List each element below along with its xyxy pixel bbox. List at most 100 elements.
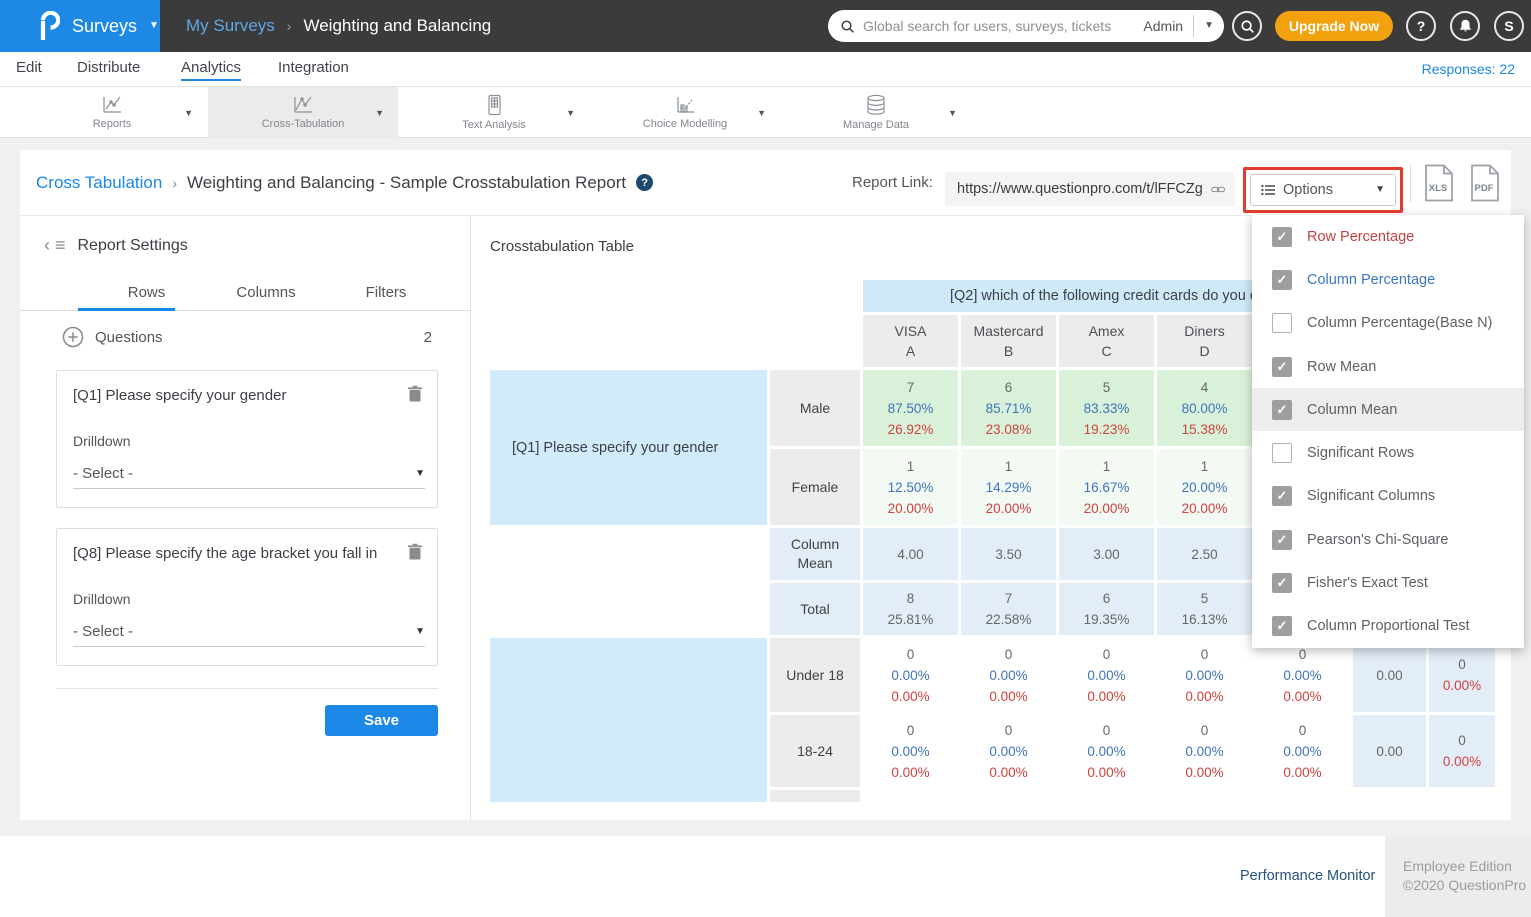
checkbox[interactable] [1272, 573, 1292, 593]
search-icon [840, 19, 855, 34]
option-fishers-exact-test[interactable]: Fisher's Exact Test [1252, 561, 1524, 604]
row-pct: 87.50% [888, 398, 934, 419]
row-mean: 0.00 [1376, 741, 1402, 762]
count: 6 [1005, 377, 1013, 398]
crosstab-cell: 00.00%0.00% [1157, 638, 1252, 712]
option-row-percentage[interactable]: Row Percentage [1252, 215, 1524, 258]
mean-value: 3.00 [1093, 544, 1119, 565]
row-question-q8 [490, 638, 767, 802]
checkbox[interactable] [1272, 530, 1292, 550]
search-submit-button[interactable] [1232, 11, 1262, 41]
tab-filters[interactable]: Filters [341, 284, 431, 301]
checkbox[interactable] [1272, 313, 1292, 333]
edition-label: Employee Edition [1403, 857, 1531, 876]
chevron-down-icon[interactable]: ▼ [948, 108, 957, 118]
option-pearsons-chi-square[interactable]: Pearson's Chi-Square [1252, 518, 1524, 561]
col-pct: 19.23% [1084, 419, 1130, 440]
divider [1193, 15, 1194, 37]
row-pct: 0.00% [891, 665, 929, 686]
report-title: Weighting and Balancing - Sample Crossta… [187, 173, 626, 193]
search-scope-caret-icon[interactable]: ▼ [1204, 21, 1214, 31]
option-significant-columns[interactable]: Significant Columns [1252, 475, 1524, 518]
collapse-panel-icon[interactable]: ‹ ≡ [44, 235, 66, 256]
count: 6 [1103, 588, 1111, 609]
chevron-down-icon[interactable]: ▼ [375, 108, 384, 118]
col-pct: 0.00% [989, 686, 1027, 707]
row-pct: 0.00% [1283, 741, 1321, 762]
total-pct: 25.81% [888, 609, 934, 630]
help-button[interactable]: ? [1406, 11, 1436, 41]
text-analysis-icon [485, 94, 503, 116]
tool-cross-tabulation[interactable]: Cross-Tabulation ▼ [208, 87, 398, 138]
link-icon[interactable] [1211, 184, 1225, 195]
crosstab-title: Crosstabulation Table [490, 238, 634, 255]
save-button[interactable]: Save [325, 705, 438, 736]
nav-distribute[interactable]: Distribute [77, 59, 140, 79]
nav-integration[interactable]: Integration [278, 59, 349, 79]
export-pdf-button[interactable]: PDF [1470, 164, 1500, 202]
tab-columns[interactable]: Columns [216, 284, 316, 301]
checkbox[interactable] [1272, 270, 1292, 290]
checkbox[interactable] [1272, 227, 1292, 247]
option-column-percentage-base-n[interactable]: Column Percentage(Base N) [1252, 302, 1524, 345]
checkbox[interactable] [1272, 357, 1292, 377]
question-icon: ? [1417, 18, 1426, 34]
help-icon[interactable]: ? [636, 174, 653, 191]
nav-analytics[interactable]: Analytics [181, 59, 241, 81]
chevron-down-icon: ▼ [415, 469, 425, 479]
breadcrumb-my-surveys[interactable]: My Surveys [186, 16, 275, 36]
search-scope-selector[interactable]: Admin [1143, 18, 1183, 34]
nav-edit[interactable]: Edit [16, 59, 42, 79]
checkbox[interactable] [1272, 616, 1292, 636]
crosstab-cell: 114.29%20.00% [961, 449, 1056, 525]
checkbox[interactable] [1272, 443, 1292, 463]
tool-text-analysis[interactable]: Text Analysis ▼ [399, 87, 589, 138]
option-column-mean[interactable]: Column Mean [1252, 388, 1524, 431]
row-pct: 14.29% [986, 477, 1032, 498]
delete-icon[interactable] [407, 543, 423, 561]
chevron-down-icon[interactable]: ▼ [184, 108, 193, 118]
report-settings-header[interactable]: ‹ ≡ Report Settings [44, 235, 188, 256]
search-input[interactable] [863, 18, 1143, 34]
partial-row-label [770, 790, 860, 802]
notifications-button[interactable] [1450, 11, 1480, 41]
chevron-down-icon[interactable]: ▼ [566, 108, 575, 118]
crosstab-cell: 722.58% [961, 583, 1056, 635]
top-bar: Surveys ▼ My Surveys › Weighting and Bal… [0, 0, 1531, 52]
question-card-q8: [Q8] Please specify the age bracket you … [56, 528, 438, 666]
performance-monitor-link[interactable]: Performance Monitor [1240, 868, 1375, 884]
options-dropdown: Row Percentage Column Percentage Column … [1252, 215, 1524, 648]
cross-tabulation-link[interactable]: Cross Tabulation [36, 173, 162, 193]
report-link-box: https://www.questionpro.com/t/lFFCZg [945, 172, 1235, 206]
options-button[interactable]: Options ▼ [1250, 174, 1396, 206]
option-column-percentage[interactable]: Column Percentage [1252, 258, 1524, 301]
option-significant-rows[interactable]: Significant Rows [1252, 431, 1524, 474]
question-title: [Q1] Please specify your gender [73, 387, 403, 404]
row-pct: 0.00% [891, 741, 929, 762]
checkbox[interactable] [1272, 486, 1292, 506]
breadcrumb-separator: › [287, 18, 292, 34]
report-url[interactable]: https://www.questionpro.com/t/lFFCZg [957, 181, 1203, 197]
user-avatar[interactable]: S [1494, 11, 1524, 41]
analytics-toolbar: Reports ▼ Cross-Tabulation ▼ Text Analys… [0, 87, 1531, 138]
questions-row: Questions 2 [62, 325, 432, 349]
tool-manage-data[interactable]: Manage Data ▼ [781, 87, 971, 138]
option-column-proportional-test[interactable]: Column Proportional Test [1252, 605, 1524, 648]
tool-reports[interactable]: Reports ▼ [17, 87, 207, 138]
count: 0 [1201, 644, 1209, 665]
product-switcher[interactable]: Surveys ▼ [0, 0, 160, 52]
delete-icon[interactable] [407, 385, 423, 403]
crosstab-cell: 00.00%0.00% [863, 715, 958, 787]
export-xls-button[interactable]: XLS [1424, 164, 1454, 202]
svg-text:PDF: PDF [1475, 183, 1494, 194]
add-question-button[interactable] [62, 326, 84, 348]
crosstab-cell: 4.00 [863, 528, 958, 580]
option-row-mean[interactable]: Row Mean [1252, 345, 1524, 388]
chevron-down-icon[interactable]: ▼ [757, 108, 766, 118]
drilldown-select[interactable]: - Select - ▼ [73, 617, 425, 647]
upgrade-now-button[interactable]: Upgrade Now [1275, 11, 1393, 41]
tab-rows[interactable]: Rows [109, 284, 184, 301]
tool-choice-modelling[interactable]: Choice Modelling ▼ [590, 87, 780, 138]
checkbox[interactable] [1272, 400, 1292, 420]
drilldown-select[interactable]: - Select - ▼ [73, 459, 425, 489]
